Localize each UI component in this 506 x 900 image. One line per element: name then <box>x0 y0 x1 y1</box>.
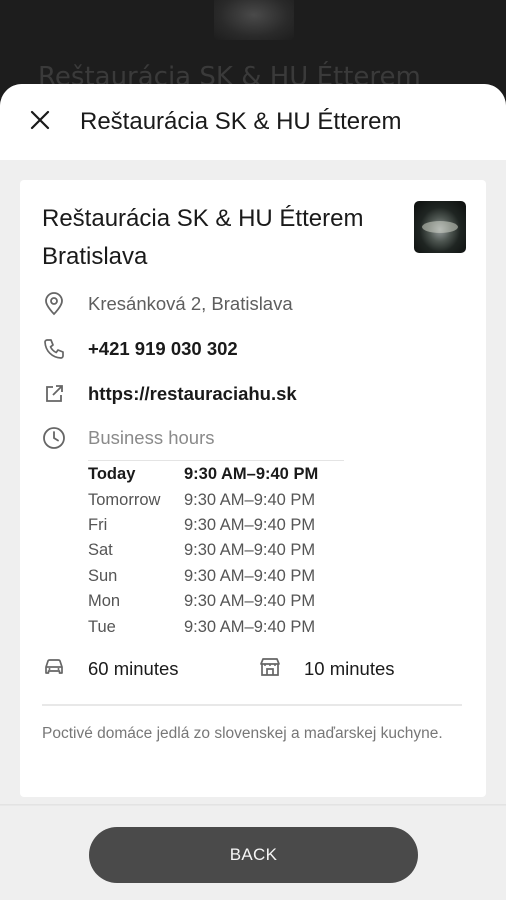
background-image <box>214 0 294 40</box>
hours-row-today: Today 9:30 AM–9:40 PM <box>88 462 318 487</box>
phone-text: +421 919 030 302 <box>88 338 238 359</box>
address-row[interactable]: Kresánková 2, Bratislava <box>42 292 293 316</box>
transit-time: 10 minutes <box>258 656 395 682</box>
phone-icon <box>42 337 66 361</box>
hours-row: Mon 9:30 AM–9:40 PM <box>88 589 318 614</box>
hours-header-row: Business hours <box>42 426 214 450</box>
place-name: Reštaurácia SK & HU Étterem Bratislava <box>42 205 364 270</box>
hours-time: 9:30 AM–9:40 PM <box>184 465 319 484</box>
hours-time: 9:30 AM–9:40 PM <box>184 566 316 585</box>
hours-divider <box>88 460 344 461</box>
hours-time: 9:30 AM–9:40 PM <box>184 515 316 534</box>
section-divider <box>42 704 462 706</box>
hours-day: Mon <box>88 592 121 611</box>
close-button[interactable] <box>0 84 80 160</box>
hours-row: Sat 9:30 AM–9:40 PM <box>88 538 318 563</box>
hours-day: Today <box>88 465 136 484</box>
hours-row: Tomorrow 9:30 AM–9:40 PM <box>88 487 318 512</box>
place-thumbnail[interactable] <box>414 201 466 253</box>
sheet-header: Reštaurácia SK & HU Étterem <box>0 84 506 160</box>
store-icon <box>258 656 282 682</box>
transit-time-text: 10 minutes <box>304 658 395 679</box>
website-link[interactable]: https://restauraciahu.sk <box>88 383 297 405</box>
place-card: Reštaurácia SK & HU Étterem Bratislava K… <box>20 180 486 797</box>
place-description: Poctivé domáce jedlá zo slovenskej a maď… <box>42 725 443 742</box>
phone-row[interactable]: +421 919 030 302 <box>42 337 238 361</box>
place-details-sheet: Reštaurácia SK & HU Étterem Reštaurácia … <box>0 84 506 900</box>
hours-time: 9:30 AM–9:40 PM <box>184 490 316 509</box>
website-row[interactable]: https://restauraciahu.sk <box>42 382 297 406</box>
drive-time-text: 60 minutes <box>88 658 179 679</box>
hours-day: Sun <box>88 566 118 585</box>
close-icon <box>29 109 51 135</box>
hours-day: Tue <box>88 617 116 636</box>
hours-day: Fri <box>88 515 108 534</box>
hours-row: Tue 9:30 AM–9:40 PM <box>88 614 318 639</box>
drive-time: 60 minutes <box>42 656 179 682</box>
external-link-icon <box>42 382 66 406</box>
hours-row: Sun 9:30 AM–9:40 PM <box>88 564 318 589</box>
hours-time: 9:30 AM–9:40 PM <box>184 592 316 611</box>
hours-time: 9:30 AM–9:40 PM <box>184 617 316 636</box>
car-icon <box>42 656 66 682</box>
hours-day: Tomorrow <box>88 490 161 509</box>
hours-label: Business hours <box>88 427 215 448</box>
hours-row: Fri 9:30 AM–9:40 PM <box>88 513 318 538</box>
footer-bar: BACK <box>0 806 506 900</box>
hours-time: 9:30 AM–9:40 PM <box>184 541 316 560</box>
hours-table: Today 9:30 AM–9:40 PM Tomorrow 9:30 AM–9… <box>88 462 318 640</box>
back-button[interactable]: BACK <box>89 827 418 883</box>
clock-icon <box>42 426 66 450</box>
hours-day: Sat <box>88 541 113 560</box>
address-text: Kresánková 2, Bratislava <box>88 293 293 314</box>
location-pin-icon <box>42 292 66 316</box>
sheet-title: Reštaurácia SK & HU Étterem <box>80 108 402 135</box>
